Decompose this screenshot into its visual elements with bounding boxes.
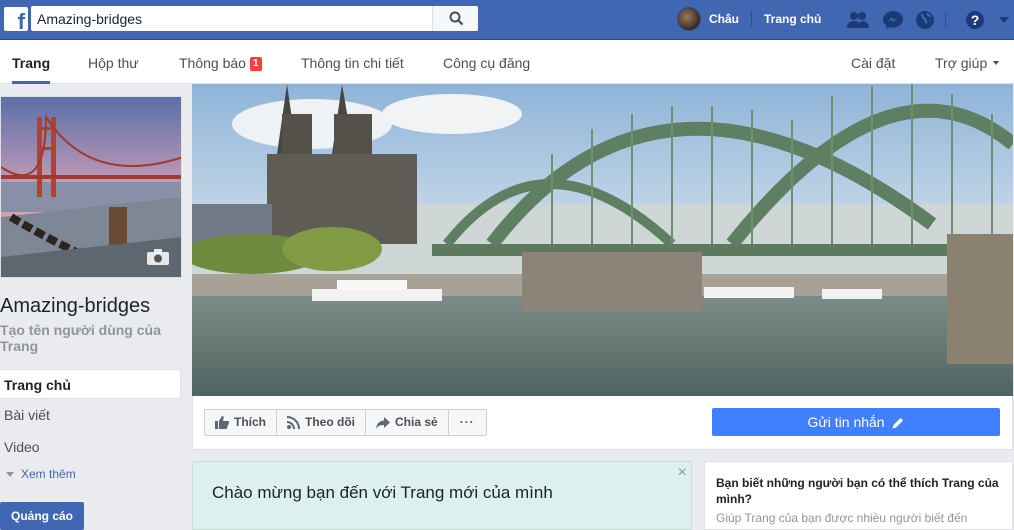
search-icon	[449, 11, 464, 26]
tab-insights[interactable]: Thông tin chi tiết	[301, 40, 404, 84]
user-name-link[interactable]: Châu	[709, 12, 739, 26]
notification-badge: 1	[249, 57, 262, 71]
topbar-divider-2	[945, 12, 946, 28]
sidebar-item-videos[interactable]: Video	[0, 432, 181, 462]
invite-friends-title: Bạn biết những người bạn có thể thích Tr…	[716, 476, 999, 506]
camera-icon[interactable]	[146, 248, 170, 266]
see-more-link[interactable]: Xem thêm	[6, 467, 76, 481]
thumbs-up-icon	[215, 416, 229, 429]
chevron-down-icon	[993, 61, 1000, 65]
search-box[interactable]	[31, 6, 478, 31]
welcome-card: Chào mừng bạn đến với Trang mới của mình…	[192, 461, 692, 530]
tab-inbox[interactable]: Hộp thư	[88, 40, 139, 84]
cologne-bridge-image	[192, 84, 1013, 396]
cover-photo[interactable]	[192, 84, 1013, 396]
invite-friends-card: Bạn biết những người bạn có thể thích Tr…	[704, 461, 1013, 530]
sidebar-item-home[interactable]: Trang chủ	[0, 369, 181, 399]
tab-publishing-tools[interactable]: Công cụ đăng	[443, 40, 530, 84]
user-avatar[interactable]	[677, 7, 701, 31]
svg-text:?: ?	[971, 12, 980, 28]
share-button[interactable]: Chia sẻ	[366, 410, 449, 435]
messenger-icon[interactable]	[882, 10, 904, 30]
search-input[interactable]	[37, 9, 427, 28]
search-button[interactable]	[432, 6, 478, 31]
home-link[interactable]: Trang chủ	[764, 12, 821, 26]
tab-notifications[interactable]: Thông báo 1	[179, 40, 262, 84]
send-message-button[interactable]: Gửi tin nhắn	[712, 408, 1000, 436]
page-admin-nav: Trang Hộp thư Thông báo 1 Thông tin chi t…	[0, 40, 1014, 84]
promote-button[interactable]: Quảng cáo	[0, 502, 84, 530]
share-arrow-icon	[376, 416, 390, 429]
facebook-logo[interactable]: f	[4, 7, 28, 33]
settings-link[interactable]: Cài đặt	[851, 40, 895, 84]
sidebar-item-posts[interactable]: Bài viết	[0, 400, 181, 430]
notifications-globe-icon[interactable]	[915, 10, 935, 30]
top-navigation-bar: f Châu Trang chủ ?	[0, 0, 1014, 40]
more-options-button[interactable]: ···	[449, 410, 486, 435]
rss-icon	[287, 416, 300, 429]
close-icon[interactable]: ×	[678, 464, 687, 482]
follow-button[interactable]: Theo dõi	[277, 410, 366, 435]
page-actions: Thích Theo dõi Chia sẻ ···	[204, 409, 487, 436]
tab-page[interactable]: Trang	[12, 40, 51, 84]
friend-requests-icon[interactable]	[846, 10, 870, 30]
help-dropdown[interactable]: Trợ giúp	[935, 40, 1000, 84]
topbar-divider	[751, 11, 752, 27]
quick-help-icon[interactable]: ?	[965, 10, 985, 30]
page-title[interactable]: Amazing-bridges	[0, 295, 150, 318]
create-username-link[interactable]: Tạo tên người dùng của Trang	[0, 322, 180, 354]
account-menu-caret-icon[interactable]	[999, 17, 1009, 23]
chevron-down-icon	[6, 472, 14, 477]
invite-friends-subtitle: Giúp Trang của bạn được nhiều người biết…	[716, 511, 968, 525]
like-button[interactable]: Thích	[205, 410, 277, 435]
pencil-icon	[892, 418, 904, 429]
welcome-message: Chào mừng bạn đến với Trang mới của mình	[212, 483, 553, 502]
